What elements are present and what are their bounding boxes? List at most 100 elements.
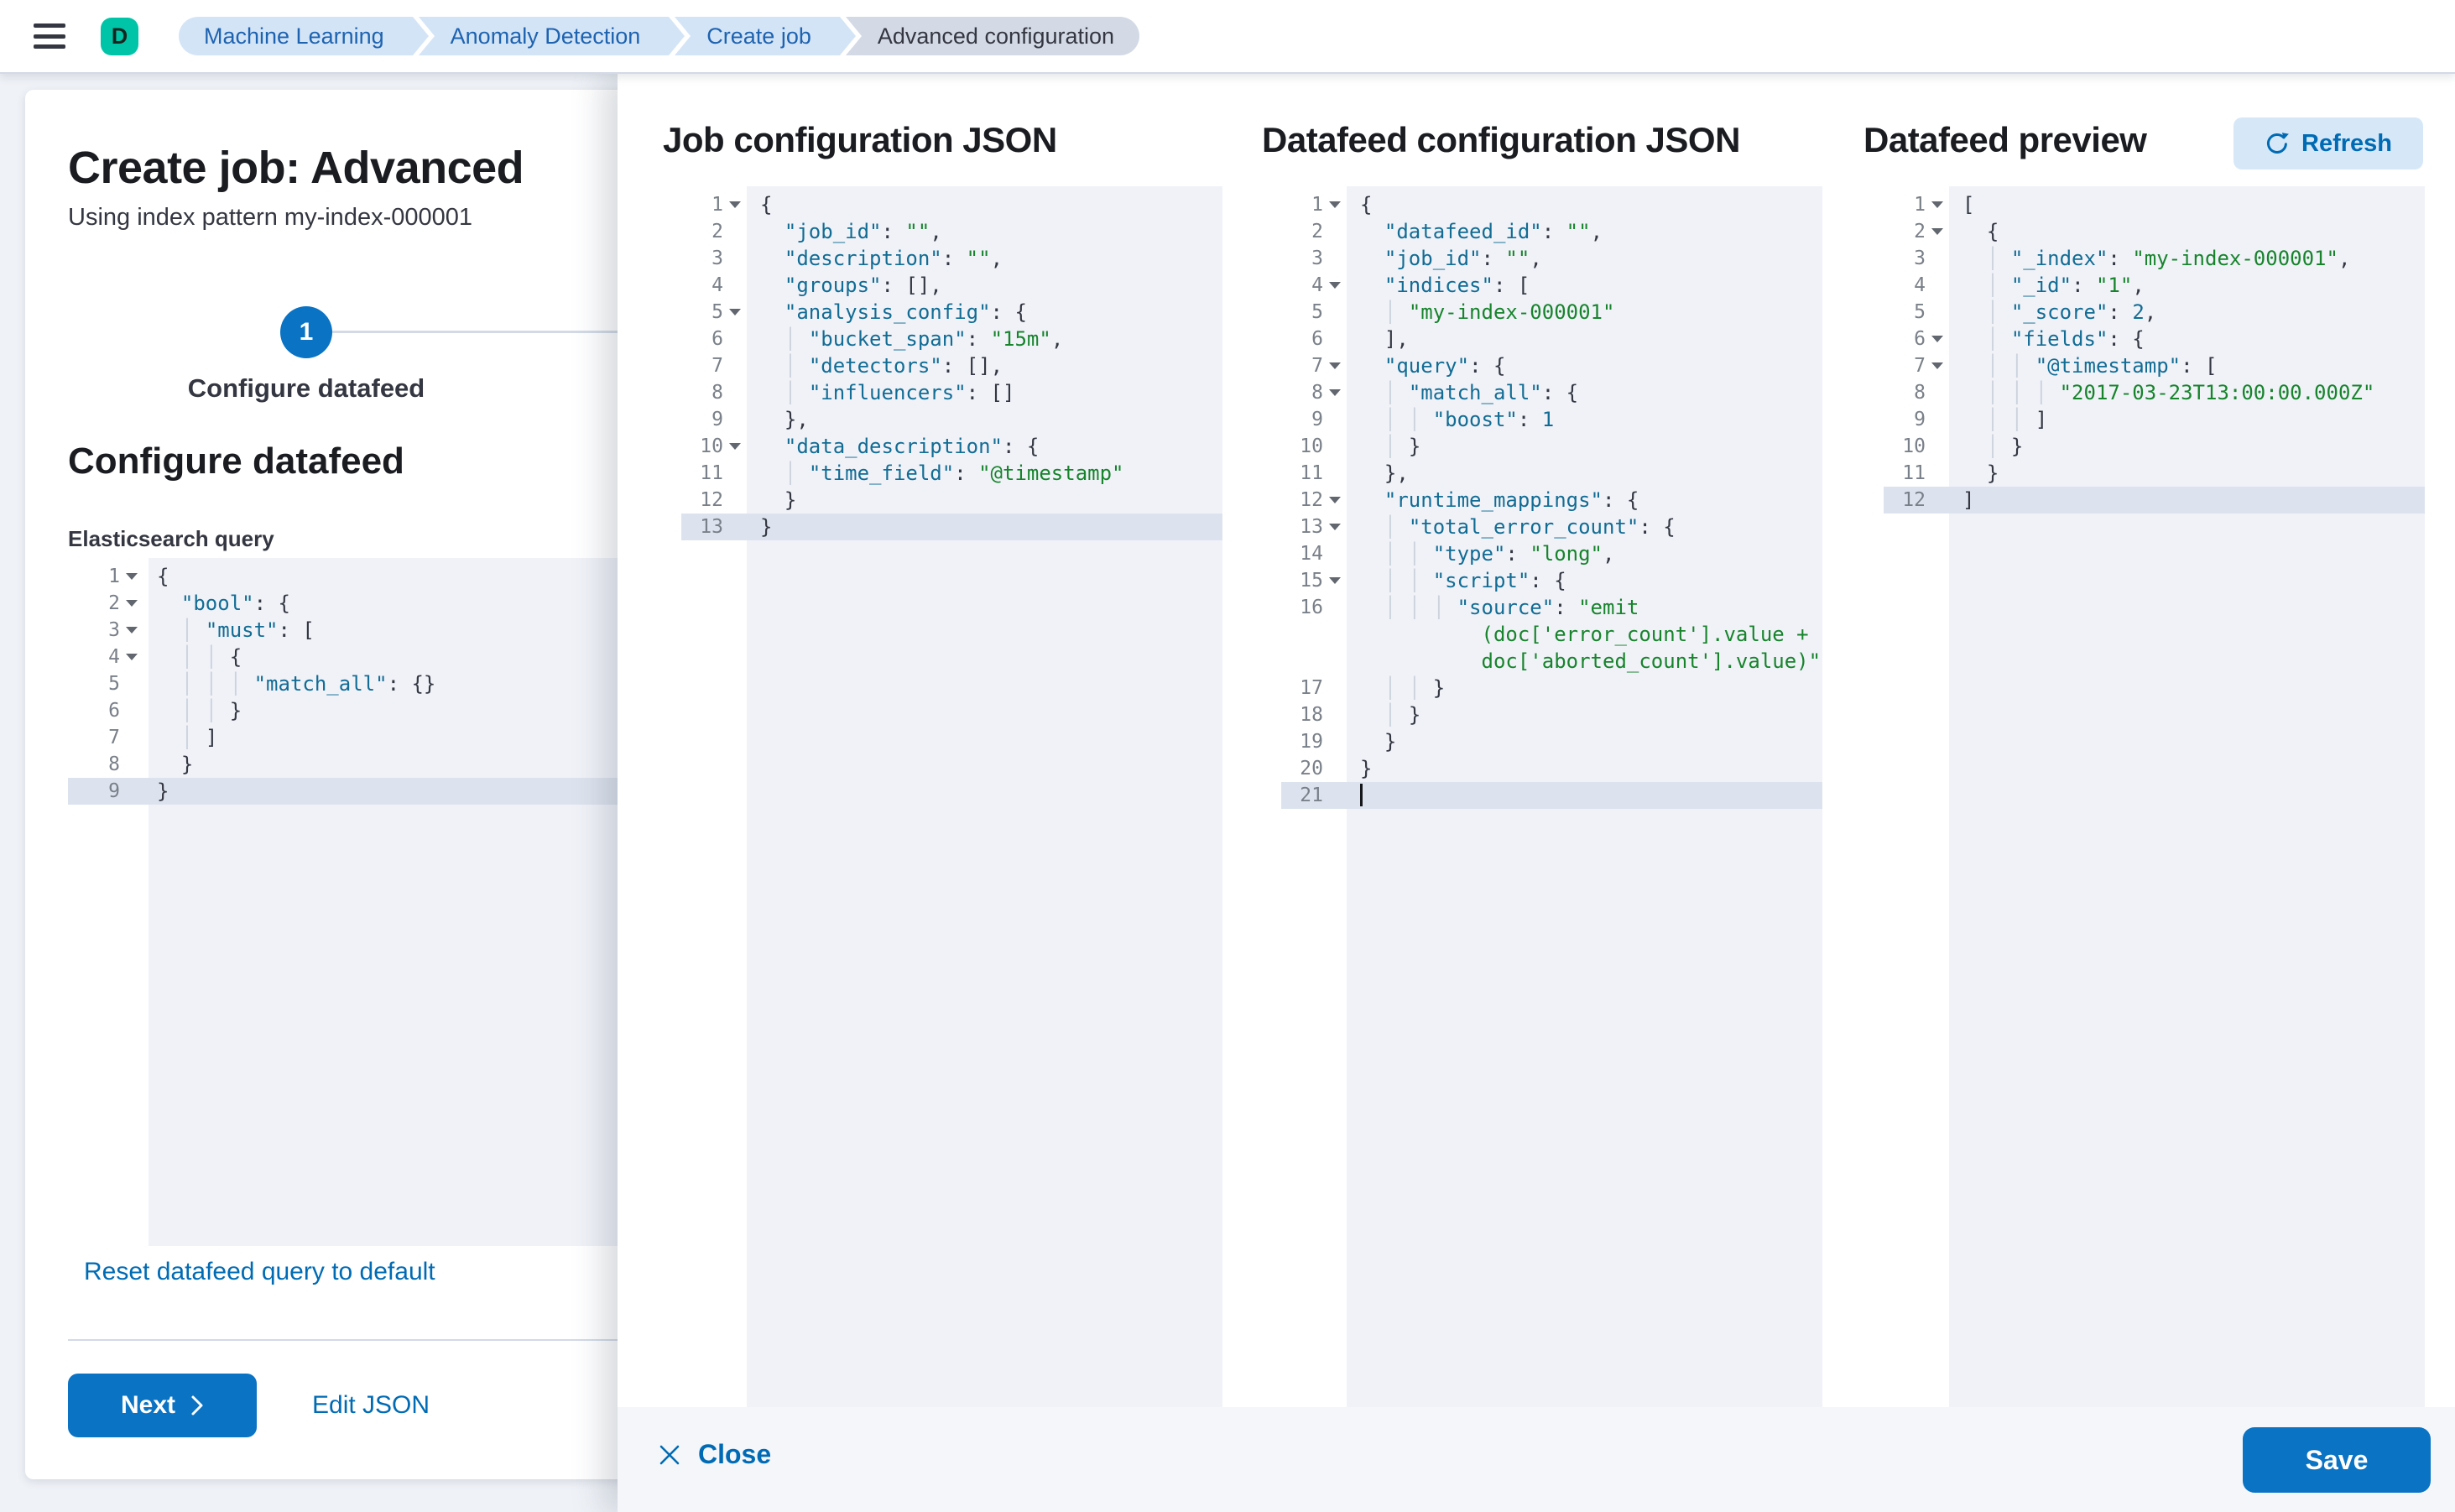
editor-line[interactable]: 8 │ "influencers": [] bbox=[681, 379, 1222, 406]
fold-arrow-icon[interactable] bbox=[1931, 228, 1943, 235]
editor-line[interactable]: 12 } bbox=[681, 487, 1222, 514]
editor-line[interactable]: 10 │ } bbox=[1281, 433, 1822, 460]
editor-line[interactable]: 5 │ "my-index-000001" bbox=[1281, 299, 1822, 326]
datafeed-preview-title: Datafeed preview bbox=[1863, 120, 2146, 160]
editor-line[interactable]: 20} bbox=[1281, 755, 1822, 782]
fold-arrow-icon[interactable] bbox=[126, 654, 138, 660]
editor-line[interactable]: (doc['error_count'].value + bbox=[1281, 621, 1822, 648]
fold-arrow-icon[interactable] bbox=[126, 627, 138, 633]
editor-line[interactable]: 9 │ │ "boost": 1 bbox=[1281, 406, 1822, 433]
fold-arrow-icon[interactable] bbox=[1329, 362, 1341, 369]
edit-json-link[interactable]: Edit JSON bbox=[312, 1391, 430, 1420]
editor-line[interactable]: 12] bbox=[1884, 487, 2425, 514]
save-button[interactable]: Save bbox=[2243, 1427, 2431, 1493]
fold-arrow-icon[interactable] bbox=[1931, 336, 1943, 342]
datafeed-preview-editor[interactable]: 1[2 {3 │ "_index": "my-index-000001",4 │… bbox=[1884, 186, 2425, 1407]
editor-line[interactable]: 9 │ │ ] bbox=[1884, 406, 2425, 433]
editor-line[interactable]: 3 "job_id": "", bbox=[1281, 245, 1822, 272]
page: { "topbar": { "avatar_letter": "D", "bre… bbox=[0, 0, 2455, 1512]
fold-arrow-icon[interactable] bbox=[1931, 362, 1943, 369]
editor-line[interactable]: 7 │ │ "@timestamp": [ bbox=[1884, 352, 2425, 379]
refresh-button[interactable]: Refresh bbox=[2233, 117, 2423, 169]
editor-line[interactable]: 6 │ "fields": { bbox=[1884, 326, 2425, 352]
editor-line[interactable]: doc['aborted_count'].value)" bbox=[1281, 648, 1822, 675]
editor-line[interactable]: 1[ bbox=[1884, 191, 2425, 218]
editor-line[interactable]: 6 │ "bucket_span": "15m", bbox=[681, 326, 1222, 352]
editor-line[interactable]: 2 "job_id": "", bbox=[681, 218, 1222, 245]
breadcrumb-item-0[interactable]: Machine Learning bbox=[179, 17, 413, 55]
editor-line[interactable]: 4 │ "_id": "1", bbox=[1884, 272, 2425, 299]
datafeed-configuration-json-title: Datafeed configuration JSON bbox=[1262, 120, 1740, 160]
editor-line[interactable]: 10 "data_description": { bbox=[681, 433, 1222, 460]
editor-line[interactable]: 16 │ │ │ "source": "emit bbox=[1281, 594, 1822, 621]
fold-arrow-icon[interactable] bbox=[1931, 201, 1943, 208]
fold-arrow-icon[interactable] bbox=[729, 309, 741, 315]
configure-datafeed-heading: Configure datafeed bbox=[68, 441, 404, 482]
editor-line[interactable]: 13} bbox=[681, 514, 1222, 540]
editor-line[interactable]: 3 "description": "", bbox=[681, 245, 1222, 272]
step-1-indicator[interactable]: 1 bbox=[280, 306, 332, 358]
text-cursor bbox=[1360, 784, 1363, 806]
close-button[interactable]: Close bbox=[658, 1439, 771, 1470]
editor-line[interactable]: 19 } bbox=[1281, 728, 1822, 755]
editor-line[interactable]: 13 │ "total_error_count": { bbox=[1281, 514, 1822, 540]
fold-arrow-icon[interactable] bbox=[729, 443, 741, 450]
fold-arrow-icon[interactable] bbox=[1329, 497, 1341, 503]
fold-arrow-icon[interactable] bbox=[1329, 389, 1341, 396]
editor-line[interactable]: 15 │ │ "script": { bbox=[1281, 567, 1822, 594]
editor-line[interactable]: 4 "groups": [], bbox=[681, 272, 1222, 299]
next-button[interactable]: Next bbox=[68, 1374, 257, 1437]
editor-line[interactable]: 10 │ } bbox=[1884, 433, 2425, 460]
fold-arrow-icon[interactable] bbox=[1329, 201, 1341, 208]
chevron-right-icon bbox=[190, 1395, 204, 1416]
fold-arrow-icon[interactable] bbox=[729, 201, 741, 208]
editor-line[interactable]: 1{ bbox=[681, 191, 1222, 218]
breadcrumb-item-3: Advanced configuration bbox=[846, 17, 1139, 55]
editor-line[interactable]: 9 }, bbox=[681, 406, 1222, 433]
breadcrumb: Machine LearningAnomaly DetectionCreate … bbox=[179, 17, 1139, 55]
editor-line[interactable]: 8 │ │ │ "2017-03-23T13:00:00.000Z" bbox=[1884, 379, 2425, 406]
step-1-label: Configure datafeed bbox=[138, 373, 474, 404]
editor-line[interactable]: 2 "datafeed_id": "", bbox=[1281, 218, 1822, 245]
editor-line[interactable]: 11 │ "time_field": "@timestamp" bbox=[681, 460, 1222, 487]
close-button-label: Close bbox=[698, 1439, 771, 1470]
fold-arrow-icon[interactable] bbox=[126, 573, 138, 580]
editor-line[interactable]: 21 bbox=[1281, 782, 1822, 809]
editor-line[interactable]: 17 │ │ } bbox=[1281, 675, 1822, 701]
editor-line[interactable]: 5 │ "_score": 2, bbox=[1884, 299, 2425, 326]
advanced-configuration-flyout: Job configuration JSON Datafeed configur… bbox=[618, 74, 2455, 1512]
editor-line[interactable]: 11 }, bbox=[1281, 460, 1822, 487]
editor-line[interactable]: 3 │ "_index": "my-index-000001", bbox=[1884, 245, 2425, 272]
datafeed-configuration-json-editor[interactable]: 1{2 "datafeed_id": "",3 "job_id": "",4 "… bbox=[1281, 186, 1822, 1407]
editor-line[interactable]: 6 ], bbox=[1281, 326, 1822, 352]
flyout-footer: Close Save bbox=[618, 1407, 2455, 1512]
editor-line[interactable]: 7 │ "detectors": [], bbox=[681, 352, 1222, 379]
editor-line[interactable]: 14 │ │ "type": "long", bbox=[1281, 540, 1822, 567]
editor-line[interactable]: 2 { bbox=[1884, 218, 2425, 245]
elasticsearch-query-label: Elasticsearch query bbox=[68, 526, 274, 552]
fold-arrow-icon[interactable] bbox=[1329, 577, 1341, 584]
editor-line[interactable]: 1{ bbox=[1281, 191, 1822, 218]
page-title: Create job: Advanced bbox=[68, 142, 524, 194]
breadcrumb-item-2[interactable]: Create job bbox=[675, 17, 840, 55]
next-button-label: Next bbox=[121, 1391, 175, 1420]
breadcrumb-item-1[interactable]: Anomaly Detection bbox=[419, 17, 670, 55]
refresh-button-label: Refresh bbox=[2301, 130, 2392, 158]
editor-line[interactable]: 5 "analysis_config": { bbox=[681, 299, 1222, 326]
editor-line[interactable]: 12 "runtime_mappings": { bbox=[1281, 487, 1822, 514]
editor-line[interactable]: 8 │ "match_all": { bbox=[1281, 379, 1822, 406]
job-configuration-json-editor[interactable]: 1{2 "job_id": "",3 "description": "",4 "… bbox=[681, 186, 1222, 1407]
fold-arrow-icon[interactable] bbox=[1329, 282, 1341, 289]
reset-datafeed-query-link[interactable]: Reset datafeed query to default bbox=[84, 1258, 435, 1286]
fold-arrow-icon[interactable] bbox=[1329, 524, 1341, 530]
top-navigation-bar: D Machine LearningAnomaly DetectionCreat… bbox=[0, 0, 2455, 74]
editor-line[interactable]: 4 "indices": [ bbox=[1281, 272, 1822, 299]
job-configuration-json-title: Job configuration JSON bbox=[663, 120, 1057, 160]
close-icon bbox=[658, 1443, 681, 1467]
fold-arrow-icon[interactable] bbox=[126, 600, 138, 607]
space-avatar[interactable]: D bbox=[101, 18, 138, 55]
editor-line[interactable]: 18 │ } bbox=[1281, 701, 1822, 728]
editor-line[interactable]: 11 } bbox=[1884, 460, 2425, 487]
menu-icon[interactable] bbox=[34, 23, 65, 49]
editor-line[interactable]: 7 "query": { bbox=[1281, 352, 1822, 379]
